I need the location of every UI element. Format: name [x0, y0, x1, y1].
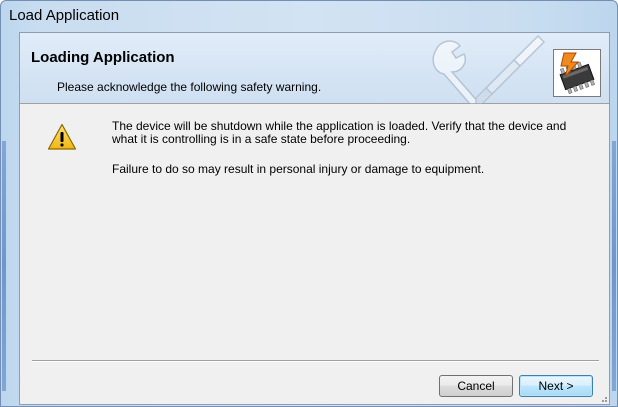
warning-consequence-message: Failure to do so may result in personal … — [112, 162, 485, 176]
cancel-button[interactable]: Cancel — [439, 375, 513, 397]
window-title: Load Application — [9, 7, 120, 24]
wizard-banner: Loading Application Please acknowledge t… — [20, 33, 609, 104]
footer-divider — [32, 360, 599, 362]
warning-icon — [47, 123, 77, 150]
wrench-screwdriver-icon — [432, 34, 546, 104]
dialog-window: Load Application Loading Application Ple… — [0, 0, 618, 407]
banner-title: Loading Application — [31, 49, 175, 66]
resize-grip-icon[interactable] — [599, 394, 607, 402]
window-edge-right — [612, 141, 616, 391]
next-button[interactable]: Next > — [519, 375, 593, 397]
window-edge-left — [2, 141, 6, 391]
banner-subtitle: Please acknowledge the following safety … — [57, 80, 322, 94]
warning-message: The device will be shutdown while the ap… — [112, 119, 567, 146]
dialog-client-area: Loading Application Please acknowledge t… — [19, 32, 610, 405]
chip-lightning-icon — [553, 49, 601, 97]
